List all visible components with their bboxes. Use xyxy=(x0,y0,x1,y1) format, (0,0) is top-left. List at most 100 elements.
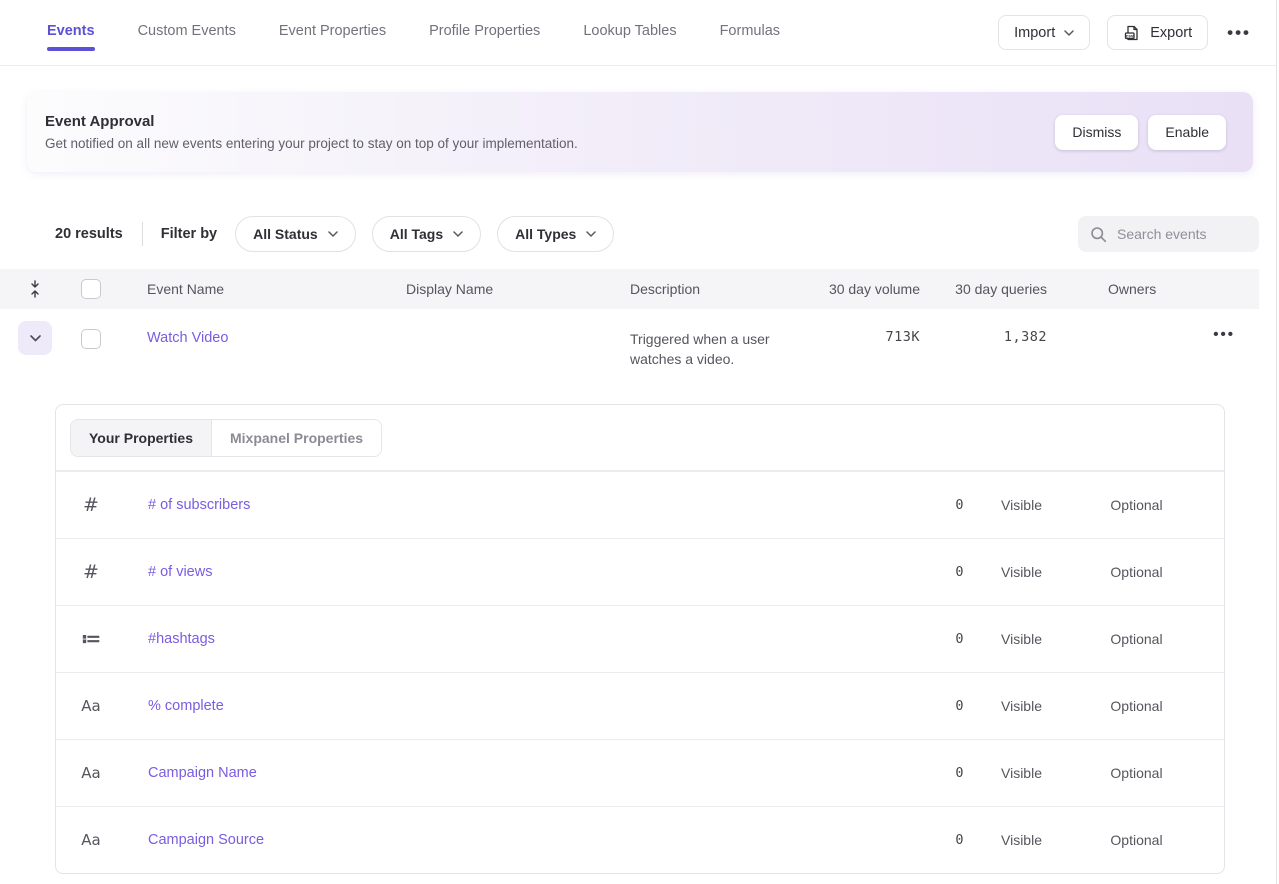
tab-event-properties-label: Event Properties xyxy=(279,23,386,39)
property-visibility: Visible xyxy=(964,497,1079,513)
dismiss-button[interactable]: Dismiss xyxy=(1055,115,1138,150)
collapse-row-button[interactable] xyxy=(18,321,52,355)
property-requirement: Optional xyxy=(1079,698,1194,714)
banner-wrapper: Event Approval Get notified on all new e… xyxy=(0,66,1279,172)
tab-your-properties[interactable]: Your Properties xyxy=(71,420,212,456)
scrollbar-track-edge xyxy=(1276,0,1277,884)
property-name-cell: Campaign Source xyxy=(126,831,884,849)
property-name-link[interactable]: # of views xyxy=(148,564,212,580)
property-visibility: Visible xyxy=(964,631,1079,647)
row-more-menu-icon[interactable]: ••• xyxy=(1047,324,1259,343)
csv-file-icon: csv xyxy=(1123,24,1141,42)
filter-toolbar: 20 results Filter by All Status All Tags… xyxy=(55,214,1259,254)
select-all-checkbox[interactable] xyxy=(81,279,101,299)
nav-more-menu-icon[interactable]: ••• xyxy=(1225,19,1253,47)
active-tab-underline xyxy=(47,47,95,51)
property-volume: 0 xyxy=(884,631,964,647)
property-name-link[interactable]: # of subscribers xyxy=(148,497,250,513)
property-name-cell: % complete xyxy=(126,697,884,715)
tab-events[interactable]: Events xyxy=(47,13,95,53)
chevron-down-icon xyxy=(586,231,596,237)
text-type-icon: Aa xyxy=(56,764,126,782)
column-header-event-name[interactable]: Event Name xyxy=(147,281,406,297)
enable-button[interactable]: Enable xyxy=(1148,115,1226,150)
nav-tabs: Events Custom Events Event Properties Pr… xyxy=(47,13,780,53)
chevron-down-icon xyxy=(1064,30,1074,36)
property-name-link[interactable]: % complete xyxy=(148,698,224,714)
properties-tab-group: Your Properties Mixpanel Properties xyxy=(70,419,382,457)
banner-text: Event Approval Get notified on all new e… xyxy=(45,113,578,151)
types-filter-dropdown[interactable]: All Types xyxy=(497,216,614,252)
property-row: Aa % complete 0 Visible Optional xyxy=(56,672,1224,739)
event-approval-banner: Event Approval Get notified on all new e… xyxy=(27,92,1253,172)
property-row: Aa Campaign Name 0 Visible Optional xyxy=(56,739,1224,806)
property-volume: 0 xyxy=(884,698,964,714)
property-row: # # of subscribers 0 Visible Optional xyxy=(56,471,1224,538)
search-box xyxy=(1078,216,1259,252)
list-type-icon: ≔ xyxy=(56,628,126,650)
text-type-icon: Aa xyxy=(56,697,126,715)
tags-filter-dropdown[interactable]: All Tags xyxy=(372,216,481,252)
property-row: ≔ #hashtags 0 Visible Optional xyxy=(56,605,1224,672)
property-name-link[interactable]: #hashtags xyxy=(148,631,215,647)
toolbar-divider xyxy=(142,222,143,246)
property-name-link[interactable]: Campaign Source xyxy=(148,832,264,848)
tab-lookup-tables-label: Lookup Tables xyxy=(583,23,676,39)
property-volume: 0 xyxy=(884,765,964,781)
column-header-description[interactable]: Description xyxy=(630,281,798,297)
row-checkbox-cell xyxy=(70,327,147,349)
property-name-cell: # of views xyxy=(126,563,884,581)
status-filter-dropdown[interactable]: All Status xyxy=(235,216,356,252)
event-volume-value: 713K xyxy=(798,327,920,345)
row-checkbox[interactable] xyxy=(81,329,101,349)
select-all-checkbox-cell xyxy=(70,279,147,299)
property-volume: 0 xyxy=(884,832,964,848)
properties-tabbar: Your Properties Mixpanel Properties xyxy=(56,405,1224,471)
row-expander-cell xyxy=(0,327,70,355)
tab-mixpanel-properties[interactable]: Mixpanel Properties xyxy=(212,420,381,456)
svg-text:csv: csv xyxy=(1126,33,1134,38)
chevron-down-icon xyxy=(453,231,463,237)
event-description: Triggered when a user watches a video. xyxy=(630,327,798,369)
event-name-link[interactable]: Watch Video xyxy=(147,330,228,346)
property-requirement: Optional xyxy=(1079,564,1194,580)
tab-event-properties[interactable]: Event Properties xyxy=(279,13,386,53)
collapse-all-rows-icon[interactable] xyxy=(0,280,70,298)
banner-description: Get notified on all new events entering … xyxy=(45,136,578,151)
tab-lookup-tables[interactable]: Lookup Tables xyxy=(583,13,676,53)
tab-formulas[interactable]: Formulas xyxy=(720,13,780,53)
tab-profile-properties[interactable]: Profile Properties xyxy=(429,13,540,53)
banner-title: Event Approval xyxy=(45,113,578,130)
number-type-icon: # xyxy=(56,494,126,516)
tags-filter-label: All Tags xyxy=(390,226,443,242)
column-header-volume[interactable]: 30 day volume xyxy=(798,281,920,297)
property-row: Aa Campaign Source 0 Visible Optional xyxy=(56,806,1224,873)
export-button[interactable]: csv Export xyxy=(1107,15,1208,50)
chevron-down-icon xyxy=(30,335,41,342)
column-header-queries[interactable]: 30 day queries xyxy=(920,281,1047,297)
property-requirement: Optional xyxy=(1079,631,1194,647)
property-requirement: Optional xyxy=(1079,497,1194,513)
column-header-display-name[interactable]: Display Name xyxy=(406,281,630,297)
import-button[interactable]: Import xyxy=(998,15,1090,50)
property-name-link[interactable]: Campaign Name xyxy=(148,765,257,781)
event-row-watch-video: Watch Video Triggered when a user watche… xyxy=(0,309,1259,389)
tab-profile-properties-label: Profile Properties xyxy=(429,23,540,39)
events-table-header: Event Name Display Name Description 30 d… xyxy=(0,269,1259,309)
nav-actions: Import csv Export ••• xyxy=(998,15,1253,50)
property-row: # # of views 0 Visible Optional xyxy=(56,538,1224,605)
search-input[interactable] xyxy=(1117,226,1247,242)
property-requirement: Optional xyxy=(1079,765,1194,781)
tab-events-label: Events xyxy=(47,23,95,39)
property-visibility: Visible xyxy=(964,698,1079,714)
event-properties-panel: Your Properties Mixpanel Properties # # … xyxy=(55,404,1225,874)
filter-by-label: Filter by xyxy=(161,226,217,242)
lexicon-events-page: Events Custom Events Event Properties Pr… xyxy=(0,0,1279,884)
tab-custom-events[interactable]: Custom Events xyxy=(138,13,236,53)
column-header-owners[interactable]: Owners xyxy=(1047,281,1259,297)
text-type-icon: Aa xyxy=(56,831,126,849)
tab-formulas-label: Formulas xyxy=(720,23,780,39)
results-count: 20 results xyxy=(55,226,123,242)
search-icon xyxy=(1090,226,1107,243)
status-filter-label: All Status xyxy=(253,226,318,242)
